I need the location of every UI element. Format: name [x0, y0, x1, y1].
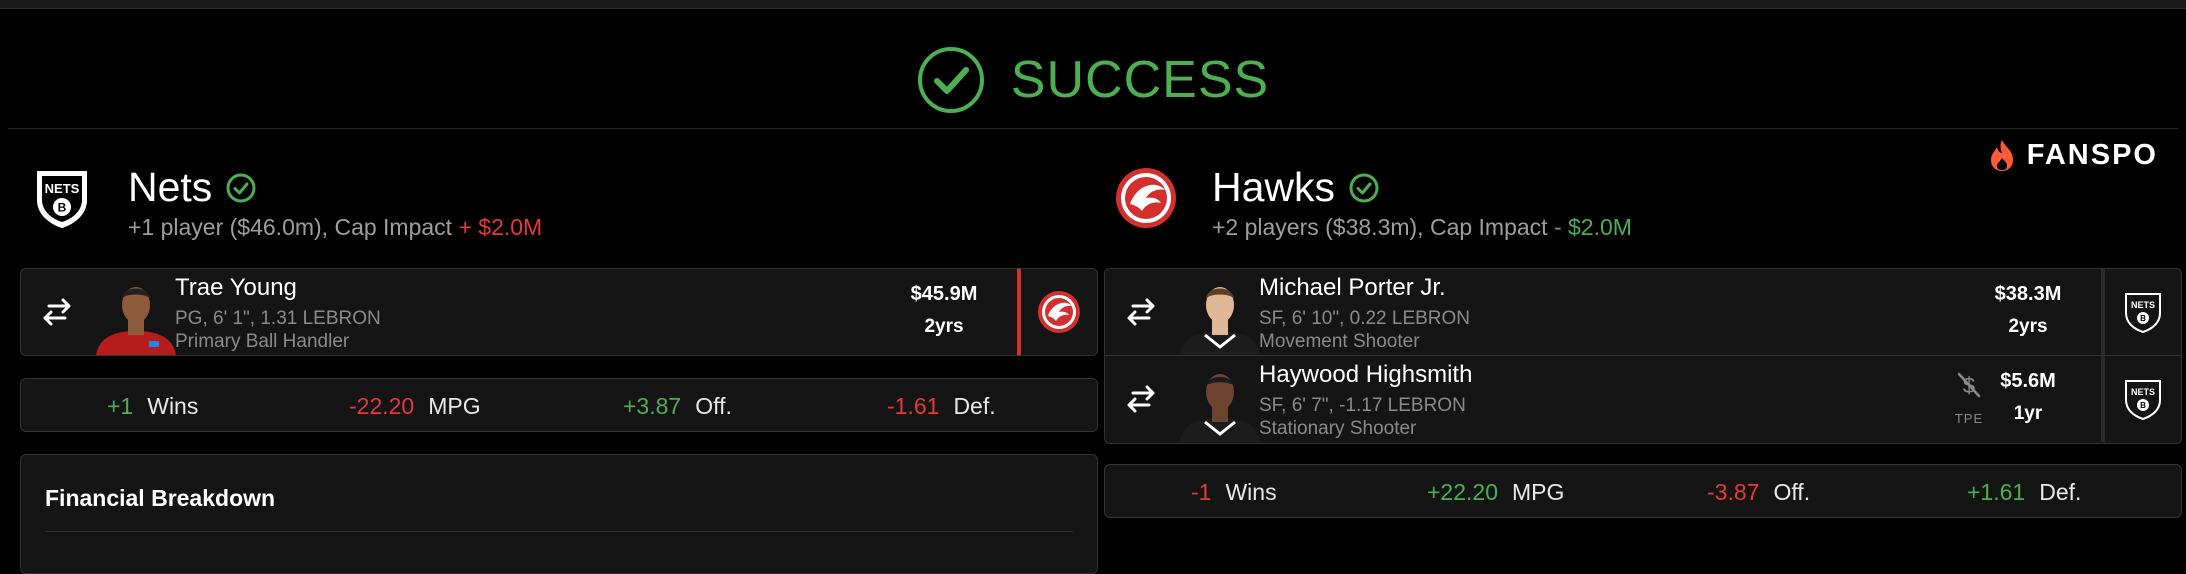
- svg-text:NETS: NETS: [2131, 300, 2155, 310]
- hawks-logo-icon: [1038, 291, 1080, 333]
- verified-check-icon: [226, 173, 256, 202]
- destination-team[interactable]: NETS B: [2101, 356, 2181, 442]
- player-contract: $45.9M 2yrs: [899, 283, 989, 338]
- team-panel-hawks: FANSPO Hawks +2 players ($38.3m), Cap Im…: [1104, 139, 2182, 518]
- svg-text:NETS: NETS: [45, 181, 80, 196]
- hawks-logo-icon: [1116, 168, 1176, 228]
- player-headshot: [96, 287, 176, 355]
- stat-value: +1: [107, 393, 134, 419]
- check-circle-icon: [917, 47, 984, 113]
- player-contract: $5.6M 1yr: [1983, 370, 2073, 425]
- team-name: Nets: [128, 164, 213, 210]
- player-years: 2yrs: [924, 316, 964, 337]
- stat-value: -22.20: [349, 393, 415, 419]
- player-meta: PG, 6' 1", 1.31 LEBRON: [175, 308, 381, 329]
- financial-breakdown-title: Financial Breakdown: [45, 485, 276, 511]
- success-banner: SUCCESS: [0, 40, 2186, 120]
- stat-def: -1.61 Def.: [887, 393, 996, 420]
- team-summary-text: +1 player ($46.0m), Cap Impact: [128, 214, 453, 240]
- divider: [45, 531, 1073, 532]
- player-row[interactable]: Michael Porter Jr. SF, 6' 10", 0.22 LEBR…: [1105, 269, 2181, 355]
- player-salary: $45.9M: [910, 283, 978, 305]
- stat-label: Wins: [1225, 479, 1277, 505]
- team-stats-bar: -1 Wins +22.20 MPG -3.87 Off. +1.61 Def.: [1104, 464, 2182, 518]
- stat-mpg: -22.20 MPG: [349, 393, 481, 420]
- team-summary: +2 players ($38.3m), Cap Impact - $2.0M: [1212, 214, 1632, 241]
- incoming-players-card: Michael Porter Jr. SF, 6' 10", 0.22 LEBR…: [1104, 268, 2182, 444]
- team-summary: +1 player ($46.0m), Cap Impact + $2.0M: [128, 214, 542, 241]
- team-stats-bar: +1 Wins -22.20 MPG +3.87 Off. -1.61 Def.: [20, 378, 1098, 432]
- destination-team[interactable]: [1017, 269, 1097, 355]
- nets-logo-icon: NETS B: [37, 171, 87, 229]
- team-title-row: Nets: [128, 164, 256, 211]
- stat-wins: -1 Wins: [1191, 479, 1277, 506]
- player-role: Stationary Shooter: [1259, 418, 1417, 439]
- svg-text:B: B: [2140, 314, 2146, 323]
- nets-logo-icon: NETS B: [2125, 293, 2161, 334]
- player-salary: $5.6M: [2000, 370, 2056, 392]
- stat-value: +1.61: [1967, 479, 2026, 505]
- stat-label: MPG: [428, 393, 481, 419]
- player-headshot: [1180, 374, 1260, 442]
- team-header: Hawks +2 players ($38.3m), Cap Impact - …: [1104, 160, 2182, 256]
- stat-wins: +1 Wins: [107, 393, 198, 420]
- stat-off: -3.87 Off.: [1707, 479, 1810, 506]
- stat-label: Wins: [147, 393, 199, 419]
- stat-label: Def.: [953, 393, 996, 419]
- player-role: Primary Ball Handler: [175, 331, 350, 352]
- player-years: 1yr: [2013, 403, 2043, 424]
- stat-def: +1.61 Def.: [1967, 479, 2081, 506]
- verified-check-icon: [1349, 173, 1379, 202]
- financial-breakdown-card[interactable]: Financial Breakdown: [20, 454, 1098, 574]
- stat-label: Off.: [1773, 479, 1811, 505]
- team-name: Hawks: [1212, 164, 1336, 210]
- svg-text:NETS: NETS: [2131, 387, 2155, 397]
- stat-mpg: +22.20 MPG: [1427, 479, 1564, 506]
- team-panel-nets: NETS B Nets +1 player ($46.0m), Cap Impa…: [20, 160, 1098, 574]
- svg-text:B: B: [58, 201, 67, 215]
- cap-impact-value: + $2.0M: [458, 214, 543, 240]
- stat-label: MPG: [1512, 479, 1565, 505]
- incoming-players-card: Trae Young PG, 6' 1", 1.31 LEBRON Primar…: [20, 268, 1098, 356]
- player-row[interactable]: Haywood Highsmith SF, 6' 7", -1.17 LEBRO…: [1105, 355, 2181, 442]
- player-meta: SF, 6' 7", -1.17 LEBRON: [1259, 395, 1466, 416]
- stat-value: -1.61: [887, 393, 940, 419]
- top-bar: [0, 0, 2186, 9]
- player-name[interactable]: Haywood Highsmith: [1259, 361, 1472, 389]
- player-years: 2yrs: [2008, 316, 2048, 337]
- player-contract: $38.3M 2yrs: [1983, 283, 2073, 338]
- nets-logo-icon: NETS B: [2125, 380, 2161, 421]
- destination-team[interactable]: NETS B: [2101, 269, 2181, 355]
- player-meta: SF, 6' 10", 0.22 LEBRON: [1259, 308, 1471, 329]
- stat-value: +22.20: [1427, 479, 1498, 505]
- player-row[interactable]: Trae Young PG, 6' 1", 1.31 LEBRON Primar…: [21, 269, 1097, 355]
- team-summary-text: +2 players ($38.3m), Cap Impact: [1212, 214, 1548, 240]
- stat-value: +3.87: [623, 393, 682, 419]
- swap-icon[interactable]: [1123, 381, 1159, 417]
- stat-off: +3.87 Off.: [623, 393, 732, 420]
- swap-icon[interactable]: [1123, 294, 1159, 330]
- svg-text:B: B: [2140, 401, 2146, 410]
- team-header: NETS B Nets +1 player ($46.0m), Cap Impa…: [20, 160, 1098, 256]
- player-headshot: [1180, 287, 1260, 355]
- stat-label: Off.: [695, 393, 732, 419]
- divider: [8, 128, 2178, 129]
- player-name[interactable]: Trae Young: [175, 274, 297, 302]
- team-title-row: Hawks: [1212, 164, 1379, 211]
- player-role: Movement Shooter: [1259, 331, 1420, 352]
- player-name[interactable]: Michael Porter Jr.: [1259, 274, 1446, 302]
- swap-icon[interactable]: [39, 294, 75, 330]
- stat-value: -1: [1191, 479, 1212, 505]
- stat-label: Def.: [2039, 479, 2082, 505]
- cap-impact-value: - $2.0M: [1553, 214, 1632, 240]
- success-text: SUCCESS: [1010, 51, 1270, 109]
- no-dollar-icon: $: [1957, 372, 1981, 398]
- player-salary: $38.3M: [1994, 283, 2062, 305]
- stat-value: -3.87: [1707, 479, 1760, 505]
